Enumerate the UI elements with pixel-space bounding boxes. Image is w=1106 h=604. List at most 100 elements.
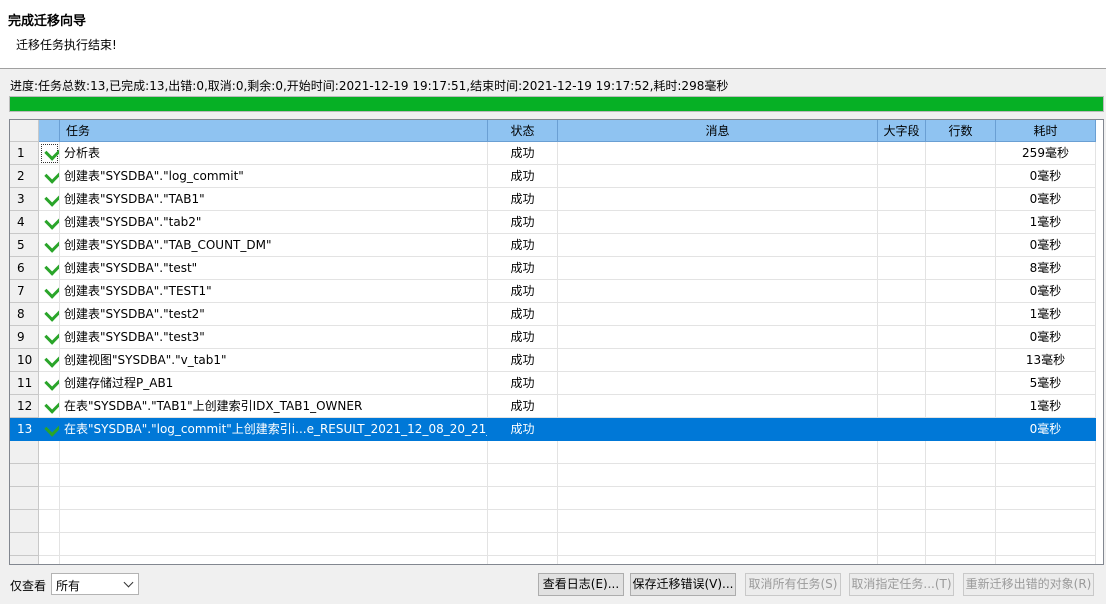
table-row[interactable]: 13 在表"SYSDBA"."log_commit"上创建索引i...e_RESU… — [10, 418, 1103, 441]
check-icon — [44, 372, 59, 391]
task-rowcount — [926, 349, 996, 372]
task-bigfield — [878, 165, 926, 188]
view-log-button[interactable]: 查看日志(E)... — [538, 573, 624, 596]
row-number: 7 — [10, 280, 39, 303]
table-row[interactable]: 12 在表"SYSDBA"."TAB1"上创建索引IDX_TAB1_OWNER 成功… — [10, 395, 1103, 418]
table-row[interactable]: 8 创建表"SYSDBA"."test2" 成功 1毫秒 — [10, 303, 1103, 326]
progress-bar — [9, 96, 1104, 112]
task-rowcount — [926, 464, 996, 487]
task-table[interactable]: 任务 状态 消息 大字段 行数 耗时 1 分析表 成功 259毫秒 2 创建表"SYSDB… — [9, 119, 1104, 565]
row-number: 6 — [10, 257, 39, 280]
task-bigfield — [878, 142, 926, 165]
row-number: 3 — [10, 188, 39, 211]
table-row[interactable]: 7 创建表"SYSDBA"."TEST1" 成功 0毫秒 — [10, 280, 1103, 303]
check-icon — [44, 395, 59, 414]
task-time: 8毫秒 — [996, 257, 1096, 280]
table-row[interactable]: 11 创建存储过程P_AB1 成功 5毫秒 — [10, 372, 1103, 395]
check-icon — [44, 418, 59, 437]
task-rowcount — [926, 165, 996, 188]
task-status: 成功 — [488, 326, 558, 349]
table-row — [10, 441, 1103, 464]
table-row[interactable]: 6 创建表"SYSDBA"."test" 成功 8毫秒 — [10, 257, 1103, 280]
task-bigfield — [878, 464, 926, 487]
task-status: 成功 — [488, 188, 558, 211]
remigrate-errors-button[interactable]: 重新迁移出错的对象(R) — [963, 573, 1094, 596]
column-header-time[interactable]: 耗时 — [996, 120, 1096, 142]
check-cell — [39, 395, 60, 418]
column-header-task[interactable]: 任务 — [60, 120, 488, 142]
check-cell — [39, 556, 60, 564]
check-cell — [39, 303, 60, 326]
task-time: 0毫秒 — [996, 280, 1096, 303]
filter-label: 仅查看 — [10, 579, 47, 593]
column-header-message[interactable]: 消息 — [558, 120, 878, 142]
task-rowcount — [926, 418, 996, 441]
task-bigfield — [878, 418, 926, 441]
table-row[interactable]: 2 创建表"SYSDBA"."log_commit" 成功 0毫秒 — [10, 165, 1103, 188]
task-message — [558, 556, 878, 564]
task-time: 0毫秒 — [996, 165, 1096, 188]
table-row[interactable]: 9 创建表"SYSDBA"."test3" 成功 0毫秒 — [10, 326, 1103, 349]
task-time — [996, 464, 1096, 487]
task-status: 成功 — [488, 257, 558, 280]
task-name — [60, 487, 488, 510]
check-cell — [39, 211, 60, 234]
table-row[interactable]: 4 创建表"SYSDBA"."tab2" 成功 1毫秒 — [10, 211, 1103, 234]
check-icon — [44, 188, 59, 207]
table-row[interactable]: 1 分析表 成功 259毫秒 — [10, 142, 1103, 165]
task-time: 5毫秒 — [996, 372, 1096, 395]
task-name: 创建表"SYSDBA"."test2" — [60, 303, 488, 326]
table-row[interactable]: 10 创建视图"SYSDBA"."v_tab1" 成功 13毫秒 — [10, 349, 1103, 372]
task-status: 成功 — [488, 418, 558, 441]
task-message — [558, 441, 878, 464]
task-time — [996, 510, 1096, 533]
task-time — [996, 556, 1096, 564]
task-rowcount — [926, 188, 996, 211]
task-rowcount — [926, 234, 996, 257]
filter-dropdown[interactable]: 所有 — [51, 573, 139, 595]
task-status: 成功 — [488, 395, 558, 418]
task-name: 创建表"SYSDBA"."TAB1" — [60, 188, 488, 211]
row-number: 13 — [10, 418, 39, 441]
task-message — [558, 211, 878, 234]
task-message — [558, 395, 878, 418]
task-time: 0毫秒 — [996, 326, 1096, 349]
task-status: 成功 — [488, 165, 558, 188]
column-header-bigfield[interactable]: 大字段 — [878, 120, 926, 142]
table-row[interactable]: 5 创建表"SYSDBA"."TAB_COUNT_DM" 成功 0毫秒 — [10, 234, 1103, 257]
task-status: 成功 — [488, 280, 558, 303]
task-name — [60, 510, 488, 533]
task-name: 创建表"SYSDBA"."TAB_COUNT_DM" — [60, 234, 488, 257]
column-header-status[interactable]: 状态 — [488, 120, 558, 142]
task-message — [558, 188, 878, 211]
column-header-rowcount[interactable]: 行数 — [926, 120, 996, 142]
task-rowcount — [926, 211, 996, 234]
task-name — [60, 464, 488, 487]
table-row[interactable]: 3 创建表"SYSDBA"."TAB1" 成功 0毫秒 — [10, 188, 1103, 211]
cancel-selected-button[interactable]: 取消指定任务...(T) — [849, 573, 954, 596]
task-message — [558, 464, 878, 487]
task-time: 1毫秒 — [996, 395, 1096, 418]
check-cell — [39, 441, 60, 464]
task-status: 成功 — [488, 303, 558, 326]
save-errors-button[interactable]: 保存迁移错误(V)... — [630, 573, 736, 596]
wizard-subtitle: 迁移任务执行结束! — [16, 38, 117, 52]
table-row — [10, 556, 1103, 564]
task-status — [488, 556, 558, 564]
task-message — [558, 510, 878, 533]
check-icon — [44, 326, 59, 345]
task-bigfield — [878, 533, 926, 556]
task-name: 创建表"SYSDBA"."TEST1" — [60, 280, 488, 303]
check-icon — [44, 349, 59, 368]
task-name — [60, 441, 488, 464]
table-row — [10, 533, 1103, 556]
task-rowcount — [926, 395, 996, 418]
check-cell — [39, 349, 60, 372]
check-cell — [39, 533, 60, 556]
task-rowcount — [926, 510, 996, 533]
task-name: 分析表 — [60, 142, 488, 165]
task-rowcount — [926, 487, 996, 510]
cancel-all-button[interactable]: 取消所有任务(S) — [745, 573, 841, 596]
header-corner — [10, 120, 39, 142]
task-name — [60, 533, 488, 556]
